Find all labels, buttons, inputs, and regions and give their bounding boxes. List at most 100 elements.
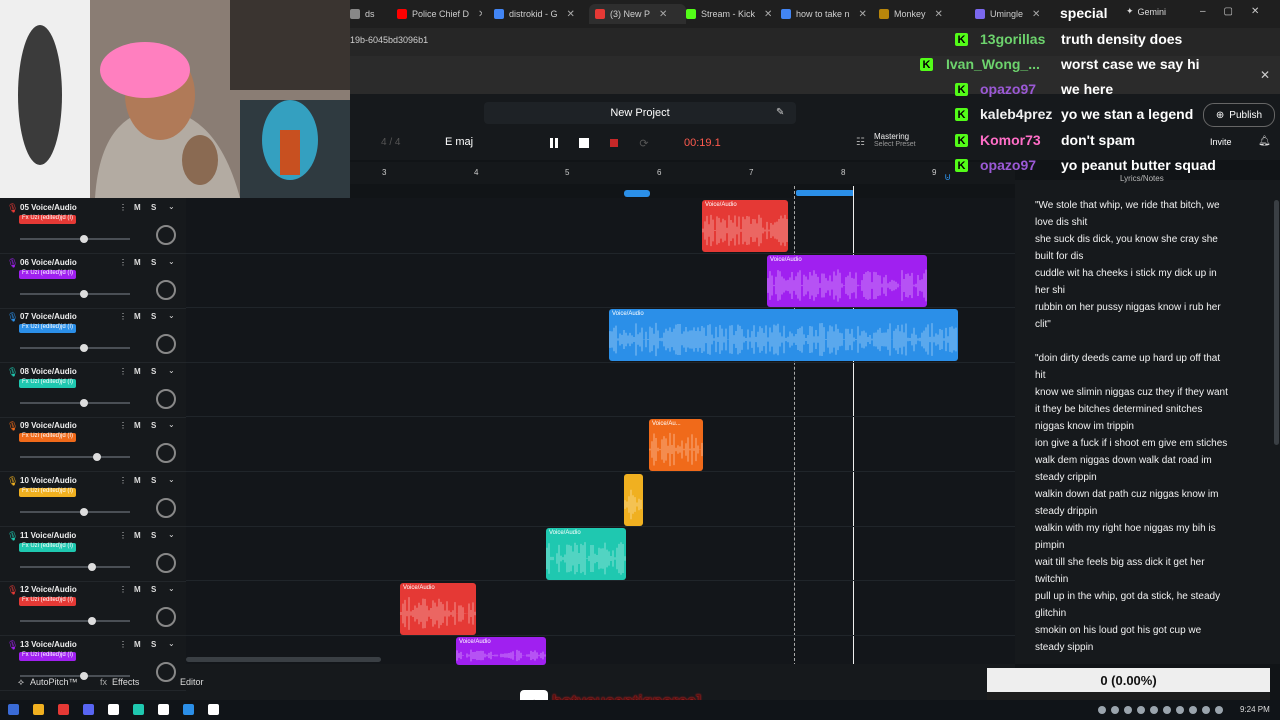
track-header[interactable]: 🎙︎ 10 Voice/Audio Fx Uzi (edited)jd (I) ⋮ M S… — [0, 471, 186, 527]
volume-fader[interactable] — [20, 674, 130, 677]
taskbar-app-icon[interactable] — [208, 704, 219, 715]
tray-icon[interactable] — [1124, 706, 1132, 714]
mute-button[interactable]: M — [134, 258, 141, 267]
horizontal-scrollbar[interactable] — [186, 657, 381, 662]
url-text[interactable]: 19b-6045bd3096b1 — [350, 35, 428, 45]
audio-clip[interactable]: Voice/Audio — [609, 309, 958, 361]
publish-button[interactable]: ⊕ Publish — [1203, 103, 1275, 127]
tab-close-icon[interactable]: ✕ — [764, 9, 771, 20]
track-header[interactable]: 🎙︎ 09 Voice/Audio Fx Uzi (edited)jd (I) ⋮ M S… — [0, 416, 186, 473]
pan-knob[interactable] — [156, 443, 176, 464]
pan-knob[interactable] — [156, 279, 176, 300]
bell-icon[interactable]: 🔔︎ — [1258, 136, 1271, 147]
time-signature[interactable]: 4 / 4 — [381, 137, 400, 148]
track-fx-badge[interactable]: Fx Uzi (edited)jd (I) — [19, 597, 77, 607]
browser-tab[interactable]: Monkey ✕ — [879, 4, 964, 24]
volume-fader-knob[interactable] — [79, 235, 88, 243]
taskbar-app-icon[interactable] — [58, 704, 69, 715]
solo-button[interactable]: S — [151, 203, 156, 212]
track-fx-badge[interactable]: Fx Uzi (edited)jd (I) — [19, 324, 77, 334]
browser-tab[interactable]: how to take n ✕ — [781, 4, 866, 24]
taskbar-app-icon[interactable] — [158, 704, 169, 715]
audio-clip[interactable]: Voice/Au... — [649, 419, 703, 471]
track-header[interactable]: 🎙︎ 06 Voice/Audio Fx Uzi (edited)jd (I) ⋮ M S… — [0, 253, 186, 309]
track-name[interactable]: 11 Voice/Audio — [20, 531, 76, 540]
solo-button[interactable]: S — [151, 312, 156, 321]
chevron-down-icon[interactable]: ⌄ — [168, 584, 175, 593]
chevron-down-icon[interactable]: ⌄ — [168, 311, 175, 320]
lyrics-scrollbar[interactable] — [1274, 200, 1279, 445]
solo-button[interactable]: S — [151, 531, 156, 540]
tray-icon[interactable] — [1176, 706, 1184, 714]
more-icon[interactable]: ⋮ — [119, 640, 127, 649]
tray-icon[interactable] — [1137, 706, 1145, 714]
track-fx-badge[interactable]: Fx Uzi (edited)jd (I) — [19, 651, 77, 661]
volume-fader-knob[interactable] — [87, 562, 96, 571]
track-fx-badge[interactable]: Fx Uzi (edited)jd (I) — [19, 542, 77, 552]
more-icon[interactable]: ⋮ — [119, 367, 127, 376]
volume-fader-knob[interactable] — [79, 344, 88, 353]
track-name[interactable]: 12 Voice/Audio — [20, 585, 77, 594]
mute-button[interactable]: M — [134, 312, 141, 321]
chevron-down-icon[interactable]: ⌄ — [168, 202, 175, 211]
tray-icon[interactable] — [1163, 706, 1171, 714]
more-icon[interactable]: ⋮ — [119, 258, 127, 267]
track-name[interactable]: 10 Voice/Audio — [20, 476, 77, 485]
record-button[interactable] — [604, 134, 624, 152]
volume-fader[interactable] — [20, 238, 130, 240]
volume-fader-knob[interactable] — [79, 398, 88, 407]
volume-fader-knob[interactable] — [93, 453, 101, 462]
volume-fader[interactable] — [20, 511, 130, 513]
volume-fader-knob[interactable] — [79, 289, 88, 298]
mute-button[interactable]: M — [134, 421, 141, 430]
volume-fader-knob[interactable] — [79, 671, 88, 680]
audio-clip[interactable]: Voice/Audio — [702, 200, 788, 252]
chevron-down-icon[interactable]: ⌄ — [168, 475, 175, 484]
solo-button[interactable]: S — [151, 367, 156, 376]
more-icon[interactable]: ⋮ — [119, 531, 127, 540]
pan-knob[interactable] — [156, 607, 176, 628]
browser-tab[interactable]: Police Chief D ✕ — [397, 4, 482, 24]
audio-clip[interactable]: Voice/Audio — [767, 255, 927, 307]
pan-knob[interactable] — [156, 661, 176, 682]
volume-fader[interactable] — [20, 347, 130, 350]
stop-button[interactable] — [574, 134, 594, 152]
pan-knob[interactable] — [156, 334, 176, 355]
volume-fader[interactable] — [20, 620, 130, 623]
more-icon[interactable]: ⋮ — [119, 476, 127, 485]
volume-fader-knob[interactable] — [87, 617, 96, 626]
loop-button[interactable]: ⟳ — [634, 134, 654, 152]
track-name[interactable]: 13 Voice/Audio — [20, 640, 77, 649]
audio-clip[interactable]: Voice/Audio — [546, 528, 626, 580]
timeline-ruler[interactable] — [350, 162, 1015, 184]
taskbar-app-icon[interactable] — [8, 704, 19, 715]
track-name[interactable]: 05 Voice/Audio — [20, 203, 77, 212]
mute-button[interactable]: M — [134, 367, 141, 376]
track-name[interactable]: 07 Voice/Audio — [20, 312, 77, 321]
tab-close-icon[interactable]: ✕ — [859, 9, 866, 20]
solo-button[interactable]: S — [151, 585, 156, 594]
solo-button[interactable]: S — [151, 640, 156, 649]
mastering-selector[interactable]: Mastering Select Preset — [874, 132, 916, 148]
pan-knob[interactable] — [156, 552, 176, 573]
more-icon[interactable]: ⋮ — [119, 203, 127, 212]
browser-tab[interactable]: Stream - Kick ✕ — [686, 4, 771, 24]
volume-fader-knob[interactable] — [79, 508, 88, 516]
track-name[interactable]: 09 Voice/Audio — [20, 421, 77, 430]
solo-button[interactable]: S — [151, 258, 156, 267]
taskbar-app-icon[interactable] — [183, 704, 194, 715]
tab-close-icon[interactable]: ✕ — [1032, 9, 1040, 20]
track-fx-badge[interactable]: Fx Uzi (edited)jd (I) — [19, 488, 77, 497]
more-icon[interactable]: ⋮ — [119, 585, 127, 594]
mute-button[interactable]: M — [134, 476, 141, 485]
tray-icon[interactable] — [1150, 706, 1158, 714]
track-fx-badge[interactable]: Fx Uzi (edited)jd (I) — [19, 269, 77, 279]
pan-knob[interactable] — [156, 225, 176, 245]
pencil-icon[interactable]: ✎ — [776, 107, 784, 118]
audio-clip[interactable]: Voice/Audio — [456, 637, 546, 665]
browser-tab[interactable]: distrokid - G ✕ — [494, 4, 579, 24]
chevron-down-icon[interactable]: ⌄ — [168, 639, 175, 648]
browser-tab[interactable]: ds✕ — [350, 4, 380, 24]
key-selector[interactable]: E maj — [445, 136, 473, 148]
snap-icon[interactable]: ⊍ — [944, 172, 951, 183]
